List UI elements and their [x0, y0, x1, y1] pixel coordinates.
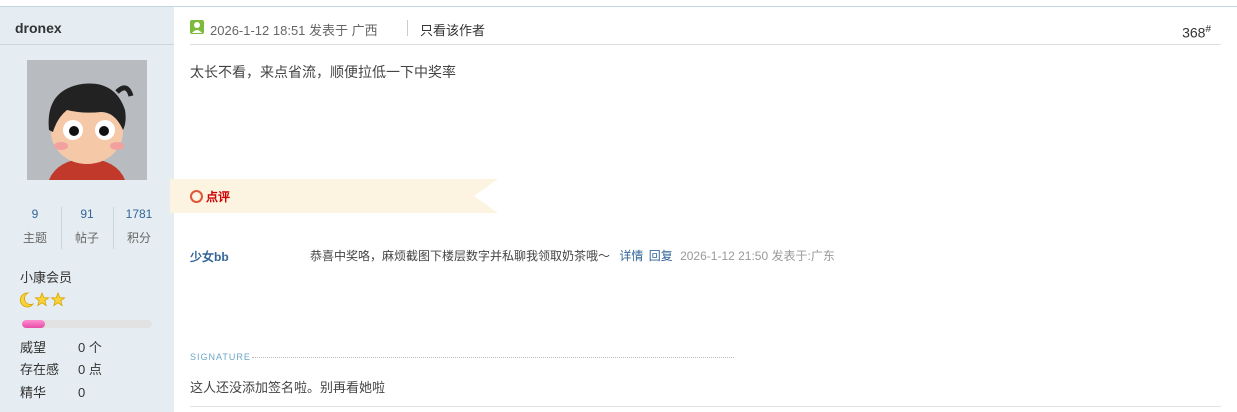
stat-label: 积分 [126, 231, 151, 245]
stat-topics[interactable]: 9 主题 [10, 207, 60, 246]
stat-points[interactable]: 1781 积分 [114, 207, 164, 246]
post-time: 2026-1-12 18:51 发表于 广西 [210, 23, 378, 38]
comment-text: 恭喜中奖咯，麻烦截图下楼层数字并私聊我领取奶茶哦～ [310, 249, 611, 263]
divider [190, 44, 1221, 45]
comment-meta: 2026-1-12 21:50 发表于:广东 [680, 249, 835, 263]
stat-label: 帖子 [74, 231, 99, 245]
avatar[interactable] [27, 60, 147, 180]
member-rank[interactable]: 小康会员 [20, 267, 72, 286]
author-sidebar: dronex 9 主题 91 帖子 1781 积分 小康会员 威望 0 个 存在… [0, 7, 174, 412]
comment-ring-icon [190, 190, 203, 203]
signature-divider [252, 357, 734, 358]
attr-key: 存在感 [20, 362, 60, 377]
author-stats: 9 主题 91 帖子 1781 积分 [10, 207, 165, 251]
signature-text: 这人还没添加签名啦。别再看她啦 [190, 380, 386, 395]
attr-value: 0 [78, 385, 86, 400]
attr-value: 0 个 [78, 340, 102, 355]
floor-mark: # [1205, 24, 1211, 35]
attr-key: 威望 [20, 340, 47, 355]
floor-number[interactable]: 368# [1182, 24, 1211, 41]
only-author-link[interactable]: 只看该作者 [420, 20, 485, 39]
stat-posts[interactable]: 91 帖子 [62, 207, 112, 246]
attr-presence: 存在感 0 点 [20, 359, 102, 378]
stat-value: 91 [80, 207, 94, 221]
stat-value: 1781 [125, 207, 153, 221]
comment-section-tag: 点评 [170, 179, 498, 213]
comment-user[interactable]: 少女bb [190, 248, 229, 265]
post-content: 太长不看，来点省流，顺便拉低一下中奖率 [190, 64, 456, 80]
attr-key: 精华 [20, 385, 47, 400]
stat-label: 主题 [22, 231, 47, 245]
level-progress-bar [22, 320, 152, 328]
comment-reply-link[interactable]: 回复 [649, 249, 673, 263]
divider [190, 406, 1221, 407]
top-border [0, 6, 1237, 7]
stat-value: 9 [31, 207, 39, 221]
signature-label: SIGNATURE [190, 352, 251, 362]
user-online-icon [190, 20, 204, 34]
star-icon [34, 291, 50, 307]
comment-body: 恭喜中奖咯，麻烦截图下楼层数字并私聊我领取奶茶哦～ 详情 回复 2026-1-1… [310, 247, 835, 264]
attr-value: 0 点 [78, 362, 102, 377]
divider [0, 44, 174, 45]
author-name[interactable]: dronex [15, 20, 62, 36]
attr-prestige: 威望 0 个 [20, 337, 102, 356]
comment-detail-link[interactable]: 详情 [619, 249, 643, 263]
divider [407, 20, 408, 36]
post-header: 2026-1-12 18:51 发表于 广西 只看该作者 368# [190, 18, 1221, 44]
star-icon [50, 291, 66, 307]
floor-value: 368 [1182, 24, 1206, 41]
attr-digest: 精华 0 [20, 382, 85, 401]
level-progress-fill [22, 320, 46, 328]
avatar-image [27, 60, 147, 180]
moon-icon [19, 292, 35, 308]
comment-section-label: 点评 [206, 190, 231, 204]
level-stars [19, 291, 69, 308]
